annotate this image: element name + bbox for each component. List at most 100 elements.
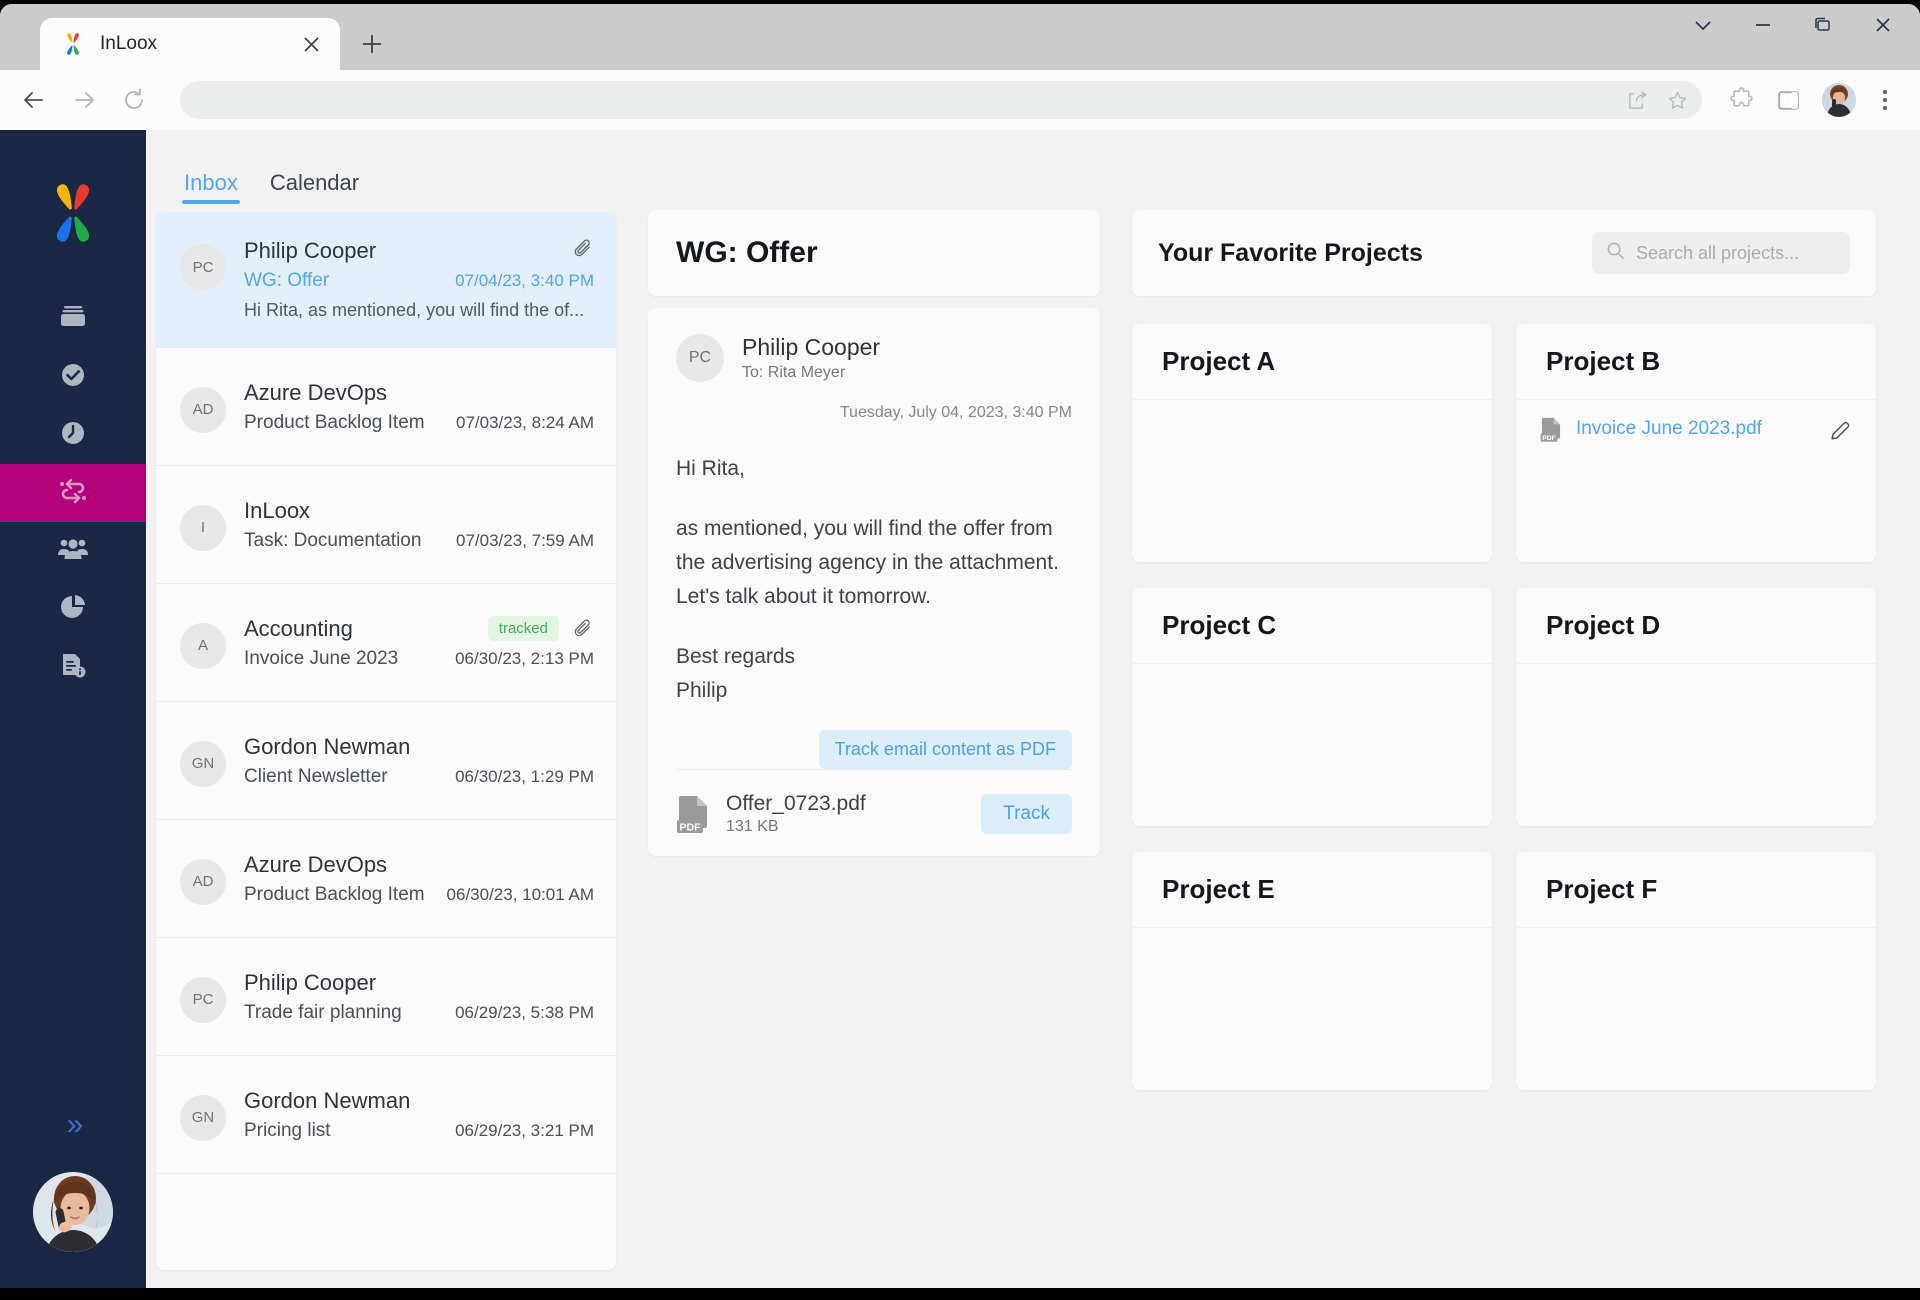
projects-grid: Project A Project B PDF Invoice June 202… [1132, 324, 1876, 1090]
back-icon[interactable] [12, 78, 56, 122]
minimize-icon[interactable] [1750, 12, 1776, 38]
project-title: Project A [1162, 346, 1276, 376]
project-card-header: Project A [1132, 324, 1492, 400]
tab-inbox[interactable]: Inbox [174, 164, 248, 212]
sidebar-item-documents[interactable] [0, 638, 146, 696]
mail-list-item[interactable]: A Accounting tracked Invoice June 2023 0… [156, 584, 616, 702]
mail-date: 06/29/23, 3:21 PM [455, 1120, 594, 1140]
browser-navbar [0, 70, 1920, 130]
profile-avatar[interactable] [1822, 83, 1856, 117]
avatar: GN [180, 1094, 226, 1141]
mail-subject: Client Newsletter [244, 765, 388, 787]
project-file-row[interactable]: PDF Invoice June 2023.pdf [1540, 416, 1852, 442]
mail-list-item[interactable]: I InLoox Task: Documentation 07/03/23, 7… [156, 466, 616, 584]
pdf-file-icon: PDF [676, 794, 710, 834]
mail-subject: Pricing list [244, 1119, 331, 1141]
mail-paragraph: as mentioned, you will find the offer fr… [676, 517, 1059, 609]
mail-date: 07/03/23, 8:24 AM [456, 412, 594, 432]
project-card[interactable]: Project F [1516, 852, 1876, 1090]
mail-subject: Task: Documentation [244, 529, 422, 551]
pdf-file-icon: PDF [1540, 416, 1562, 442]
project-title: Project C [1162, 610, 1277, 640]
address-bar[interactable] [180, 81, 1702, 119]
project-card-body [1132, 664, 1492, 826]
project-card-header: Project C [1132, 588, 1492, 664]
chevron-down-icon[interactable] [1690, 12, 1716, 38]
share-icon[interactable] [1622, 85, 1652, 115]
project-card[interactable]: Project A [1132, 324, 1492, 562]
search-icon [1606, 241, 1625, 265]
mail-sender: Gordon Newman [244, 733, 411, 759]
sidepanel-icon[interactable] [1768, 80, 1808, 120]
mail-list-item[interactable]: GN Gordon Newman Client Newsletter 06/30… [156, 702, 616, 820]
project-card[interactable]: Project C [1132, 588, 1492, 826]
mail-subject: Trade fair planning [244, 1001, 402, 1023]
mail-integration-icon [57, 476, 89, 511]
projects-header: Your Favorite Projects Search all projec… [1132, 210, 1876, 296]
attachment-size: 131 KB [726, 818, 779, 836]
contacts-icon [57, 534, 89, 569]
sidebar-item-tasks[interactable] [0, 348, 146, 406]
sidebar-item-reports[interactable] [0, 580, 146, 638]
user-avatar[interactable] [33, 1172, 113, 1252]
sidebar-item-mail-integration[interactable] [0, 464, 146, 522]
mail-list[interactable]: PC Philip Cooper WG: Offer 07/04/23, 3:4… [156, 212, 616, 1270]
reload-icon[interactable] [112, 78, 156, 122]
tab-calendar[interactable]: Calendar [260, 164, 369, 212]
project-title: Project E [1162, 874, 1275, 904]
mail-preview: Hi Rita, as mentioned, you will find the… [244, 300, 585, 320]
mail-list-item[interactable]: GN Gordon Newman Pricing list 06/29/23, … [156, 1056, 616, 1174]
avatar: A [180, 622, 226, 669]
project-card[interactable]: Project E [1132, 852, 1492, 1090]
expand-sidebar-button[interactable]: » [67, 1110, 84, 1140]
sidebar-item-projects[interactable] [0, 290, 146, 348]
mail-sender: Accounting [244, 615, 353, 641]
mail-sender: Philip Cooper [244, 969, 377, 995]
mail-list-item[interactable]: AD Azure DevOps Product Backlog Item 06/… [156, 820, 616, 938]
mail-subject: Product Backlog Item [244, 411, 425, 433]
projects-icon [58, 302, 88, 337]
sidebar-item-time-tracking[interactable] [0, 406, 146, 464]
attachment-name[interactable]: Offer_0723.pdf [726, 792, 965, 816]
kebab-menu-icon[interactable] [1870, 90, 1900, 110]
mail-sender: Gordon Newman [244, 1087, 411, 1113]
search-placeholder: Search all projects... [1636, 242, 1800, 263]
project-card-body: PDF Invoice June 2023.pdf [1516, 400, 1876, 562]
browser-tab[interactable]: InLoox [40, 18, 340, 70]
mail-paragraph: Hi Rita, [676, 457, 745, 480]
attachment-clip-icon [573, 618, 594, 639]
avatar: I [180, 504, 226, 551]
pencil-icon[interactable] [1830, 418, 1852, 440]
project-card-body [1516, 928, 1876, 1090]
close-icon[interactable] [298, 31, 324, 57]
project-file-name[interactable]: Invoice June 2023.pdf [1576, 418, 1816, 440]
mail-content-card: PC Philip Cooper To: Rita Meyer Tuesday,… [648, 308, 1100, 857]
mail-subject: Invoice June 2023 [244, 647, 399, 669]
mail-list-item[interactable]: PC Philip Cooper WG: Offer 07/04/23, 3:4… [156, 212, 616, 348]
search-input[interactable]: Search all projects... [1592, 232, 1850, 274]
project-card-header: Project D [1516, 588, 1876, 664]
svg-text:PDF: PDF [1542, 435, 1556, 442]
extensions-puzzle-icon[interactable] [1722, 80, 1762, 120]
project-card[interactable]: Project B PDF Invoice June 2023.pdf [1516, 324, 1876, 562]
mail-recipient: To: Rita Meyer [742, 364, 846, 381]
window-close-icon[interactable] [1870, 12, 1896, 38]
new-tab-button[interactable] [356, 28, 388, 60]
reports-pie-icon [58, 592, 88, 627]
track-email-as-pdf-button[interactable]: Track email content as PDF [818, 730, 1072, 770]
restore-icon[interactable] [1810, 12, 1836, 38]
sidebar-item-contacts[interactable] [0, 522, 146, 580]
mail-date: 06/30/23, 10:01 AM [446, 884, 594, 904]
status-badge: tracked [487, 615, 559, 641]
track-attachment-button[interactable]: Track [981, 794, 1072, 835]
project-card-body [1132, 928, 1492, 1090]
inloox-butterfly-logo [42, 182, 104, 244]
mail-list-item[interactable]: AD Azure DevOps Product Backlog Item 07/… [156, 348, 616, 466]
projects-title: Your Favorite Projects [1158, 238, 1423, 267]
bookmark-star-icon[interactable] [1662, 85, 1692, 115]
forward-icon[interactable] [62, 78, 106, 122]
project-card-header: Project E [1132, 852, 1492, 928]
mail-list-item[interactable]: PC Philip Cooper Trade fair planning 06/… [156, 938, 616, 1056]
project-card[interactable]: Project D [1516, 588, 1876, 826]
avatar: PC [180, 244, 226, 290]
